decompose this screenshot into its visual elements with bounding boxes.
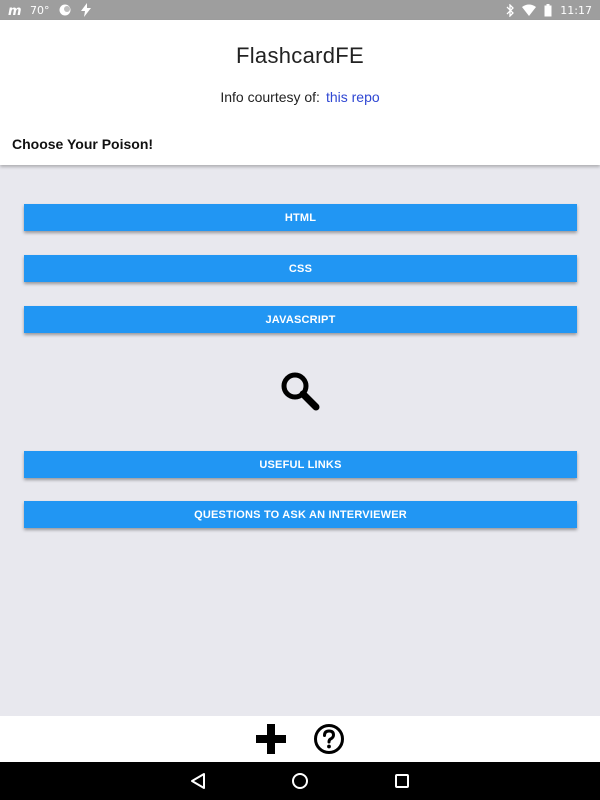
recents-icon[interactable] (391, 770, 413, 792)
wifi-icon (522, 3, 537, 17)
status-right: 11:17 (506, 3, 592, 17)
repo-link[interactable]: this repo (326, 89, 380, 105)
help-icon[interactable] (312, 722, 346, 756)
add-icon[interactable] (254, 722, 288, 756)
clock-text: 11:17 (560, 3, 592, 17)
svg-text:m: m (8, 4, 22, 16)
back-icon[interactable] (187, 770, 209, 792)
battery-icon (544, 3, 552, 17)
page-title: FlashcardFE (235, 43, 364, 68)
section-heading: Choose Your Poison! (12, 136, 154, 152)
courtesy-text: Info courtesy of: (220, 89, 320, 105)
courtesy-line: Info courtesy of: this repo (0, 89, 600, 105)
temperature-text: 70° (30, 3, 50, 17)
interviewer-questions-button[interactable]: QUESTIONS TO ASK AN INTERVIEWER (24, 501, 577, 528)
app-header: FlashcardFE Info courtesy of: this repo C… (0, 20, 600, 165)
bottom-toolbar (0, 716, 600, 762)
search-icon[interactable] (279, 370, 323, 414)
weather-icon (58, 3, 72, 17)
javascript-button[interactable]: JAVASCRIPT (24, 306, 577, 333)
useful-links-button[interactable]: USEFUL LINKS (24, 451, 577, 478)
css-button[interactable]: CSS (24, 255, 577, 282)
html-button[interactable]: HTML (24, 204, 577, 231)
bluetooth-icon (506, 3, 515, 17)
status-left: m 70° (8, 3, 92, 17)
m-app-icon: m (8, 3, 22, 17)
status-bar: m 70° 11:17 (0, 0, 600, 20)
flash-icon (80, 3, 92, 17)
home-icon[interactable] (289, 770, 311, 792)
navigation-bar (0, 762, 600, 800)
